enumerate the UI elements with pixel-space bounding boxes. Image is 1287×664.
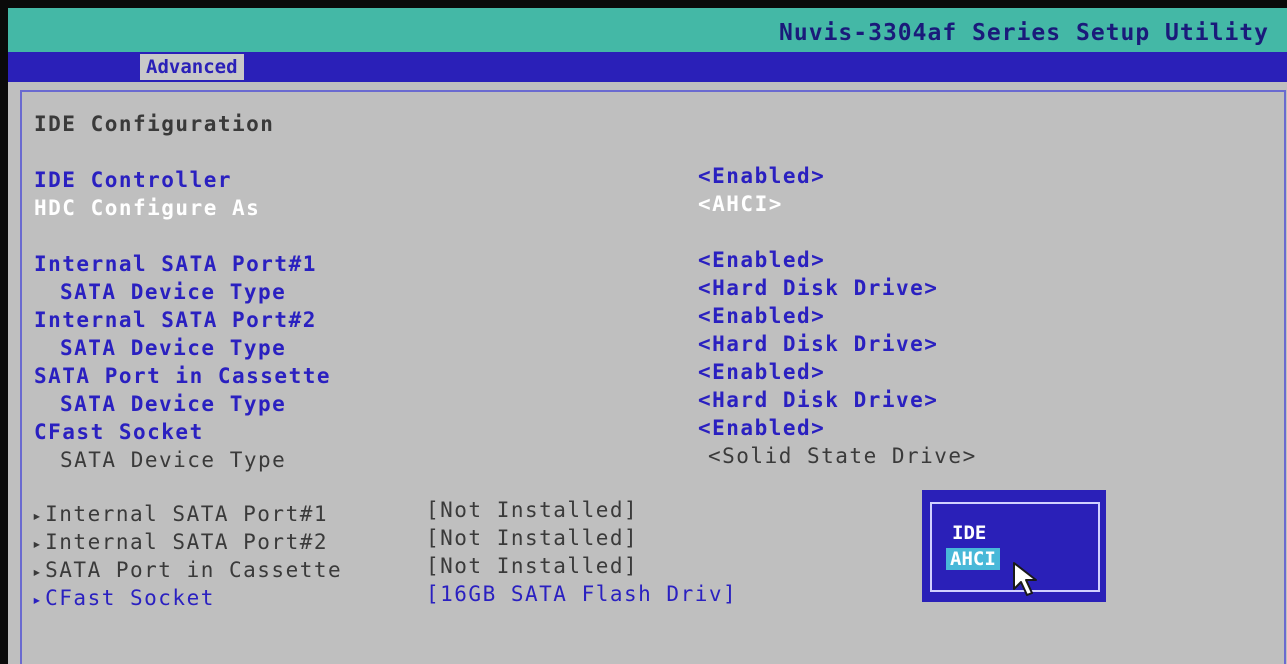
setting-value-sata-device-type-3[interactable]: <Hard Disk Drive> — [698, 388, 938, 412]
setting-value-cfast-socket[interactable]: <Enabled> — [698, 416, 825, 440]
setting-value-sata-port-in-cassette[interactable]: <Enabled> — [698, 360, 825, 384]
page-title: IDE Configuration — [34, 112, 275, 136]
menu-bar: Advanced — [8, 52, 1287, 82]
title-bar: Nuvis-3304af Series Setup Utility — [8, 8, 1287, 52]
setting-value-sata-device-type-4: <Solid State Drive> — [708, 444, 977, 468]
setting-value-sata-device-type-2[interactable]: <Hard Disk Drive> — [698, 332, 938, 356]
setting-label-cfast-socket[interactable]: CFast Socket — [34, 420, 204, 444]
setting-label-internal-sata-port2[interactable]: Internal SATA Port#2 — [34, 308, 317, 332]
setting-label-sata-port-in-cassette[interactable]: SATA Port in Cassette — [34, 364, 331, 388]
setting-value-sata-device-type-1[interactable]: <Hard Disk Drive> — [698, 276, 938, 300]
setting-label-internal-sata-port1[interactable]: Internal SATA Port#1 — [34, 252, 317, 276]
setting-value-internal-sata-port2[interactable]: <Enabled> — [698, 304, 825, 328]
setting-label-sata-device-type-2[interactable]: SATA Device Type — [60, 336, 286, 360]
option-ide[interactable]: IDE — [952, 522, 986, 544]
submenu-status-internal-sata-port1: [Not Installed] — [426, 498, 639, 522]
submenu-status-internal-sata-port2: [Not Installed] — [426, 526, 639, 550]
submenu-status-sata-port-in-cassette: [Not Installed] — [426, 554, 639, 578]
tab-advanced[interactable]: Advanced — [140, 54, 244, 80]
submenu-internal-sata-port2[interactable]: Internal SATA Port#2 — [32, 530, 328, 554]
mouse-cursor-icon — [1013, 562, 1037, 596]
setting-value-ide-controller[interactable]: <Enabled> — [698, 164, 825, 188]
submenu-sata-port-in-cassette[interactable]: SATA Port in Cassette — [32, 558, 342, 582]
setting-label-hdc-configure-as[interactable]: HDC Configure As — [34, 196, 260, 220]
submenu-cfast-socket[interactable]: CFast Socket — [32, 586, 215, 610]
option-ahci[interactable]: AHCI — [946, 548, 1000, 570]
app-title: Nuvis-3304af Series Setup Utility — [779, 20, 1269, 46]
submenu-status-cfast-socket: [16GB SATA Flash Driv] — [426, 582, 738, 606]
setting-label-sata-device-type-4: SATA Device Type — [60, 448, 287, 472]
submenu-internal-sata-port1[interactable]: Internal SATA Port#1 — [32, 502, 328, 526]
setting-value-internal-sata-port1[interactable]: <Enabled> — [698, 248, 825, 272]
setting-value-hdc-configure-as[interactable]: <AHCI> — [698, 192, 783, 216]
setting-label-sata-device-type-1[interactable]: SATA Device Type — [60, 280, 286, 304]
setting-label-sata-device-type-3[interactable]: SATA Device Type — [60, 392, 286, 416]
setting-label-ide-controller[interactable]: IDE Controller — [34, 168, 232, 192]
bios-screen: Nuvis-3304af Series Setup Utility Advanc… — [8, 8, 1287, 664]
